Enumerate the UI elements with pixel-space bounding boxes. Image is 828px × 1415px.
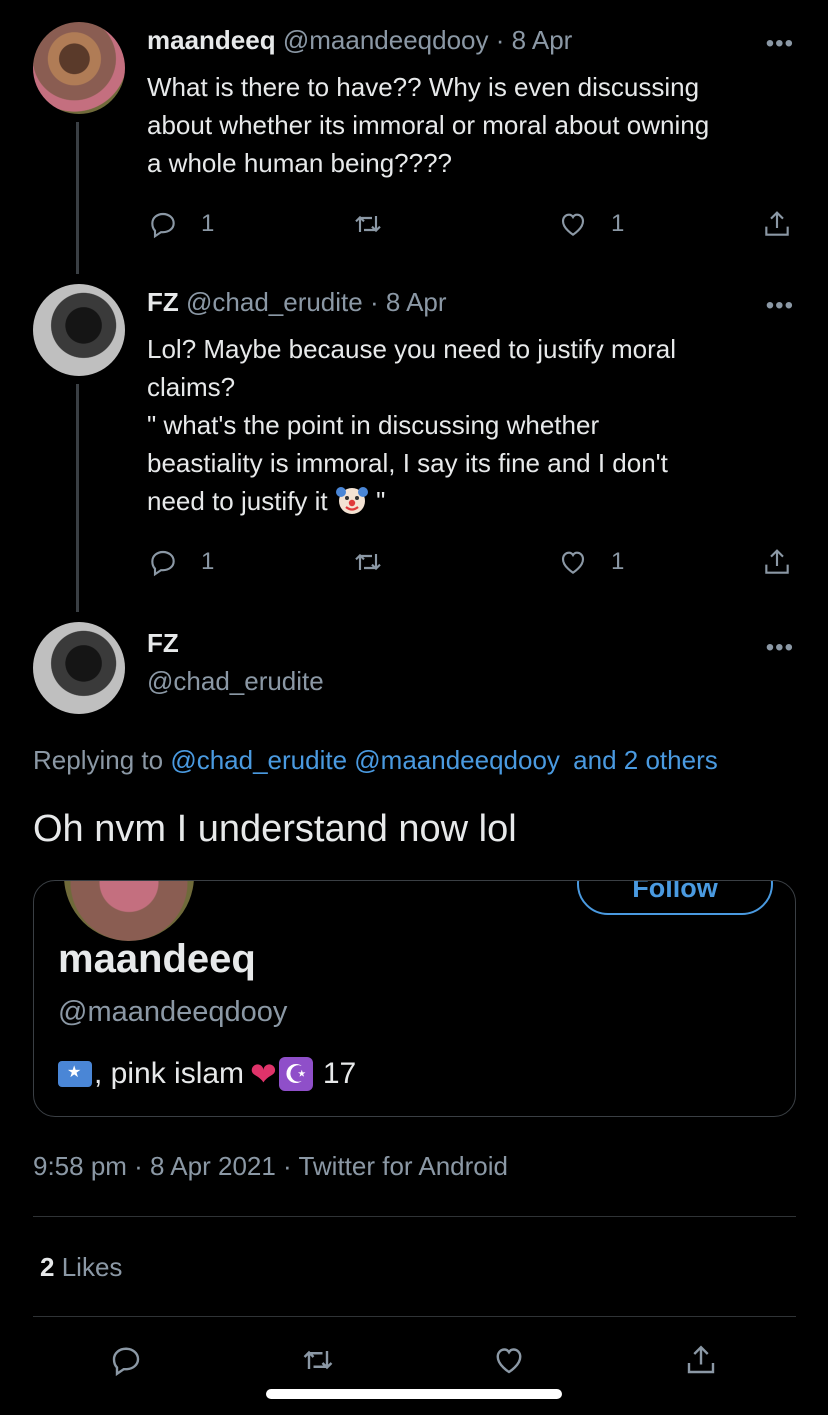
tweet-line: Lol? Maybe because you need to justify m…	[147, 334, 676, 364]
retweet-icon	[303, 1350, 333, 1370]
likes-summary[interactable]: 2 Likes	[40, 1252, 122, 1283]
card-bio: , pink islam ❤ ☪ 17	[58, 1055, 356, 1093]
star-and-crescent-icon: ☪	[278, 1057, 313, 1091]
like-count: 1	[611, 210, 625, 237]
follow-button[interactable]: Follow	[577, 881, 773, 915]
reply-button[interactable]	[108, 1340, 144, 1380]
others-link[interactable]: and 2 others	[573, 745, 718, 775]
author-name[interactable]: maandeeq	[147, 25, 276, 55]
avatar[interactable]	[33, 284, 125, 376]
author-handle[interactable]: @chad_erudite	[147, 666, 324, 697]
mention-link[interactable]: @chad_erudite	[170, 745, 347, 775]
share-icon	[765, 549, 789, 574]
share-icon	[765, 211, 789, 236]
more-icon[interactable]: •••	[766, 636, 794, 660]
avatar[interactable]	[33, 22, 125, 114]
retweet-button[interactable]	[352, 204, 384, 244]
author-meta: @maandeeqdooy · 8 Apr	[282, 25, 573, 55]
tweet-header: FZ @chad_erudite · 8 Apr	[147, 286, 447, 318]
tweet-text: Lol? Maybe because you need to justify m…	[147, 330, 797, 520]
tweet-actions: 1 1	[147, 204, 797, 244]
reply-count: 1	[201, 210, 215, 237]
card-bio-text: , pink islam	[94, 1057, 245, 1090]
mention-link[interactable]: @maandeeqdooy	[354, 745, 560, 775]
tweet-line-trailing: "	[368, 486, 386, 516]
profile-card[interactable]: Follow maandeeq @maandeeqdooy , pink isl…	[33, 880, 796, 1117]
tweet-timestamp[interactable]: 9:58 pm · 8 Apr 2021 · Twitter for Andro…	[33, 1151, 508, 1182]
tweet-line-text: need to justify it	[147, 486, 328, 516]
retweet-icon	[355, 553, 381, 571]
thread-line	[76, 122, 79, 274]
clown-emoji-icon	[335, 487, 368, 514]
tweet-line: claims?	[147, 372, 236, 402]
reply-count: 1	[201, 548, 215, 575]
main-tweet-actions	[0, 1340, 828, 1390]
reply-button[interactable]: 1	[147, 204, 214, 244]
tweet-line: What is there to have?? Why is even disc…	[147, 72, 700, 102]
avatar[interactable]	[33, 622, 125, 714]
replying-to: Replying to @chad_erudite @maandeeqdooy …	[33, 745, 718, 776]
like-button[interactable]: 1	[557, 542, 624, 582]
share-button[interactable]	[761, 204, 793, 244]
likes-label: Likes	[61, 1252, 123, 1282]
more-icon[interactable]: •••	[766, 32, 794, 56]
tweet-line: a whole human being????	[147, 148, 453, 178]
like-count: 1	[611, 548, 625, 575]
share-icon	[687, 1345, 715, 1374]
home-indicator[interactable]	[266, 1389, 562, 1399]
tweet-actions: 1 1	[147, 542, 797, 582]
reply-icon	[151, 212, 175, 239]
like-button[interactable]	[491, 1340, 527, 1380]
reply-button[interactable]: 1	[147, 542, 214, 582]
retweet-button[interactable]	[352, 542, 384, 582]
author-name[interactable]: FZ	[147, 628, 179, 659]
tweet-text: What is there to have?? Why is even disc…	[147, 68, 797, 182]
divider	[33, 1316, 796, 1317]
main-tweet-text: Oh nvm I understand now lol	[33, 808, 517, 850]
like-icon	[561, 213, 585, 236]
thread-line	[76, 384, 79, 612]
card-handle: @maandeeqdooy	[58, 996, 288, 1028]
retweet-button[interactable]	[300, 1340, 336, 1380]
author-name[interactable]: FZ	[147, 287, 179, 317]
card-avatar[interactable]	[64, 881, 194, 941]
author-meta: @chad_erudite · 8 Apr	[186, 287, 447, 317]
tweet-line: need to justify it "	[147, 482, 797, 520]
card-bio-number: 17	[322, 1057, 357, 1090]
like-icon	[561, 551, 585, 574]
card-name: maandeeq	[58, 937, 256, 981]
tweet-line: beastiality is immoral, I say its fine a…	[147, 448, 668, 478]
replying-prefix: Replying to	[33, 745, 164, 775]
somalia-flag-icon	[58, 1061, 92, 1087]
retweet-icon	[355, 215, 381, 233]
reply-icon	[151, 550, 175, 577]
likes-count: 2	[40, 1252, 55, 1282]
like-button[interactable]: 1	[557, 204, 624, 244]
sparkling-heart-icon: ❤	[250, 1056, 277, 1092]
tweet-line: " what's the point in discussing whether	[147, 410, 600, 440]
tweet-header: maandeeq @maandeeqdooy · 8 Apr	[147, 24, 572, 56]
divider	[33, 1216, 796, 1217]
more-icon[interactable]: •••	[766, 294, 794, 318]
reply-icon	[112, 1347, 140, 1377]
share-button[interactable]	[683, 1340, 719, 1380]
tweet-line: about whether its immoral or moral about…	[147, 110, 710, 140]
like-icon	[496, 1348, 522, 1374]
share-button[interactable]	[761, 542, 793, 582]
